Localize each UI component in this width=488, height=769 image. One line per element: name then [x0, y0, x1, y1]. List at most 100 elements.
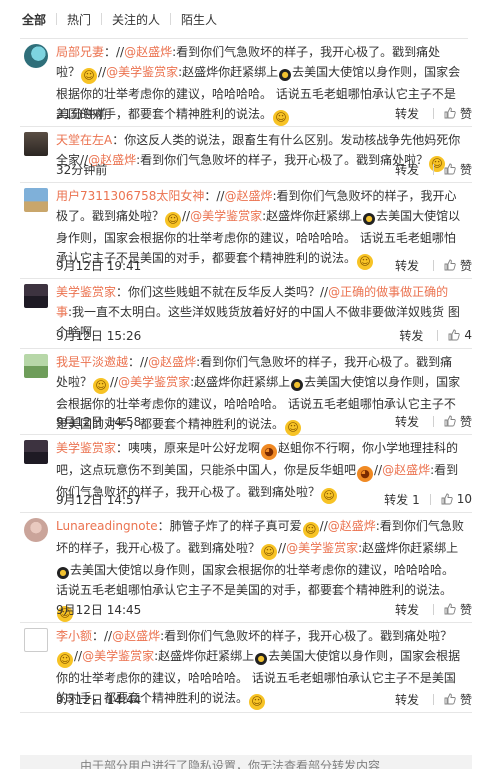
- tab-divider: [170, 13, 172, 25]
- text-fragment: :赵盛烨你赶紧绑上: [178, 65, 279, 79]
- thumbs-up-icon: [444, 107, 456, 119]
- like-button[interactable]: 赞: [444, 257, 472, 274]
- thumbs-up-icon: [441, 493, 453, 505]
- forward-button[interactable]: 转发: [395, 691, 423, 708]
- mention-link[interactable]: @美学鉴赏家: [190, 209, 262, 223]
- mention-link[interactable]: @赵盛烨: [382, 463, 430, 477]
- like-button[interactable]: 赞: [444, 105, 472, 122]
- like-button[interactable]: 10: [441, 492, 472, 506]
- avatar[interactable]: [24, 628, 48, 652]
- bomb-emoji-icon: ●: [291, 379, 304, 391]
- avatar[interactable]: [24, 440, 48, 464]
- mention-link[interactable]: @赵盛烨: [328, 519, 376, 533]
- username-link[interactable]: 美学鉴赏家: [56, 441, 116, 455]
- username-link[interactable]: 美学鉴赏家: [56, 285, 116, 299]
- smile-emoji-icon: ☺: [165, 212, 182, 228]
- thumbs-up-icon: [444, 259, 456, 271]
- text-fragment: 去美国大使馆以身作则，国家会根据你的壮举考虑你的建议，哈哈哈哈。 话说五毛老蛆哪…: [56, 563, 455, 597]
- repost-meta: 9月12日 14:58 转发 赞: [56, 412, 472, 432]
- repost-meta: 9月12日 14:57 转发 1 10: [56, 490, 472, 510]
- forward-button[interactable]: 转发: [395, 601, 423, 618]
- forward-label: 转发: [394, 692, 419, 707]
- username-link[interactable]: 李小额: [56, 629, 92, 643]
- text-fragment: ：//: [104, 45, 125, 59]
- forward-label: 转发: [399, 328, 424, 343]
- repost-meta: 9月12日 15:26 转发 4: [56, 326, 472, 346]
- tab-strangers[interactable]: 陌生人: [181, 11, 217, 28]
- action-divider: [432, 693, 434, 705]
- timestamp: 9月12日 14:58: [56, 414, 142, 429]
- thumbs-up-icon: [448, 329, 461, 341]
- mention-link[interactable]: @赵盛烨: [224, 189, 272, 203]
- avatar[interactable]: [24, 518, 48, 542]
- timestamp: 9月12日 14:45: [56, 602, 142, 617]
- mention-link[interactable]: @赵盛烨: [124, 45, 172, 59]
- text-fragment: ：//: [92, 629, 113, 643]
- avatar[interactable]: [24, 44, 48, 68]
- angry-face-emoji-icon: ◕: [261, 444, 278, 460]
- mention-link[interactable]: @赵盛烨: [148, 355, 196, 369]
- thumbs-up-icon: [444, 415, 456, 427]
- repost-item: 天堂在左A：你这反人类的说法，跟畜生有什么区别。发动核战争先他妈死你全家//@赵…: [20, 127, 472, 183]
- like-button[interactable]: 赞: [444, 161, 472, 178]
- repost-item: Lunareadingnote：肺管子炸了的样子真可爱 ☺//@赵盛烨:看到你们气…: [20, 513, 472, 623]
- mention-link[interactable]: @赵盛烨: [112, 629, 160, 643]
- forward-label: 转发: [394, 602, 419, 617]
- mention-link[interactable]: @美学鉴赏家: [82, 649, 154, 663]
- username-link[interactable]: 用户7311306758太阳女神: [56, 189, 204, 203]
- avatar[interactable]: [24, 188, 48, 212]
- smile-emoji-icon: ☺: [93, 378, 110, 394]
- like-button[interactable]: 4: [448, 328, 472, 342]
- username-link[interactable]: 局部兄妻: [56, 45, 104, 59]
- avatar[interactable]: [24, 354, 48, 378]
- forward-button[interactable]: 转发: [395, 105, 423, 122]
- mention-link[interactable]: @美学鉴赏家: [118, 375, 190, 389]
- like-button[interactable]: 赞: [444, 413, 472, 430]
- repost-item: 局部兄妻：//@赵盛烨:看到你们气急败坏的样子，我开心极了。戳到痛处啦？ ☺//@…: [20, 39, 472, 127]
- tab-all[interactable]: 全部: [22, 11, 46, 28]
- text-fragment: //: [319, 519, 328, 533]
- tab-divider: [56, 13, 58, 25]
- repost-meta: 9月12日 14:45 转发 赞: [56, 600, 472, 620]
- repost-meta: 21分钟前 转发 赞: [56, 104, 472, 124]
- forward-label: 转发: [394, 414, 419, 429]
- smile-emoji-icon: ☺: [302, 522, 319, 538]
- forward-label: 转发: [394, 162, 419, 177]
- like-button[interactable]: 赞: [444, 601, 472, 618]
- timestamp: 9月12日 19:41: [56, 258, 142, 273]
- timestamp: 9月12日 15:26: [56, 328, 142, 343]
- like-button[interactable]: 赞: [444, 691, 472, 708]
- text-fragment: //: [74, 649, 83, 663]
- forward-button[interactable]: 转发 1: [384, 491, 420, 508]
- tab-hot[interactable]: 热门: [67, 11, 91, 28]
- forward-button[interactable]: 转发: [395, 161, 423, 178]
- text-fragment: :赵盛烨你赶紧绑上: [262, 209, 363, 223]
- forward-button[interactable]: 转发: [395, 413, 423, 430]
- bomb-emoji-icon: ●: [279, 69, 292, 81]
- avatar[interactable]: [24, 132, 48, 156]
- repost-item: 用户7311306758太阳女神：//@赵盛烨:看到你们气急败坏的样子，我开心极…: [20, 183, 472, 279]
- username-link[interactable]: Lunareadingnote: [56, 519, 158, 533]
- forward-button[interactable]: 转发: [395, 257, 423, 274]
- action-divider: [432, 603, 434, 615]
- username-link[interactable]: 天堂在左A: [56, 133, 112, 147]
- forward-count: 1: [412, 492, 420, 507]
- tab-following[interactable]: 关注的人: [112, 11, 160, 28]
- mention-link[interactable]: @美学鉴赏家: [286, 541, 358, 555]
- like-count: 赞: [459, 602, 472, 617]
- username-link[interactable]: 我是平淡邀越: [56, 355, 128, 369]
- repost-item: 我是平淡邀越：//@赵盛烨:看到你们气急败坏的样子，我开心极了。戳到痛处啦？ ☺ /…: [20, 349, 472, 436]
- action-divider: [432, 107, 434, 119]
- like-count: 赞: [459, 692, 472, 707]
- avatar[interactable]: [24, 284, 48, 308]
- action-divider: [437, 329, 439, 341]
- like-count: 赞: [459, 258, 472, 273]
- timestamp: 9月12日 14:57: [56, 492, 142, 507]
- timestamp: 32分钟前: [56, 162, 108, 177]
- repost-meta: 32分钟前 转发 赞: [56, 160, 472, 180]
- forward-button[interactable]: 转发: [399, 327, 427, 344]
- repost-actions: 转发 1 10: [384, 491, 472, 508]
- thumbs-up-icon: [444, 603, 456, 615]
- text-fragment: //: [278, 541, 287, 555]
- mention-link[interactable]: @美学鉴赏家: [106, 65, 178, 79]
